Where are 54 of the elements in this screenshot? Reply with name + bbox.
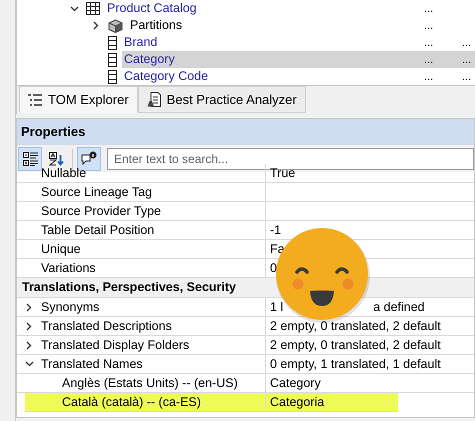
tree-item-label[interactable]: Product Catalog <box>105 1 199 16</box>
cube-icon <box>108 18 123 32</box>
property-name: Source Lineage Tag <box>41 184 152 201</box>
property-value: 2 empty, 0 translated, 2 default <box>270 336 441 354</box>
column-icon <box>108 36 117 50</box>
search-field[interactable]: Enter text to search... <box>107 148 474 170</box>
list-icon <box>28 94 42 106</box>
ellipsis-cell[interactable]: ... <box>462 35 472 52</box>
tab[interactable]: Best Practice Analyzer <box>138 86 306 113</box>
sort-az-icon <box>48 152 64 166</box>
tree-item-label[interactable]: Category Code <box>122 69 210 84</box>
property-name: Nullable <box>41 164 86 182</box>
categorized-view-button[interactable] <box>18 146 42 170</box>
property-value: a defined <box>373 298 425 316</box>
property-name: Synonyms <box>41 298 100 316</box>
tree-item-label[interactable]: Partitions <box>128 18 184 33</box>
ellipsis-cell[interactable]: ... <box>424 35 434 52</box>
expand-chevron-icon[interactable] <box>26 322 32 330</box>
property-name: Variations <box>41 260 96 277</box>
property-name: Català (català) -- (ca-ES) <box>62 394 201 411</box>
property-value: 1 l <box>270 298 284 316</box>
ellipsis-cell[interactable]: ... <box>424 1 434 18</box>
column-icon <box>108 52 117 66</box>
property-name: Translated Display Folders <box>41 336 190 354</box>
collapse-chevron-icon[interactable] <box>24 361 34 367</box>
property-name: Source Provider Type <box>41 202 161 220</box>
property-value: Categoria <box>270 394 324 411</box>
property-name: Translated Descriptions <box>41 318 172 335</box>
tab[interactable]: TOM Explorer <box>19 86 138 113</box>
expand-chevron-icon[interactable] <box>26 302 32 312</box>
column-icon <box>108 70 117 84</box>
property-value: 0 empty, 1 translated, 1 default <box>270 356 441 373</box>
ellipsis-cell[interactable]: ... <box>424 18 434 34</box>
property-name: Unique <box>41 240 81 258</box>
document-icon <box>146 92 161 107</box>
property-name: Translated Names <box>41 356 143 373</box>
property-value: 0 <box>270 260 277 277</box>
collapse-chevron-icon[interactable] <box>70 6 78 12</box>
property-name: Table Detail Position <box>41 222 154 239</box>
tree-item-label[interactable]: Brand <box>122 35 160 50</box>
ellipsis-cell[interactable]: ... <box>424 52 434 68</box>
ellipsis-cell[interactable]: ... <box>424 69 434 85</box>
comment-info-icon <box>81 151 97 166</box>
table-icon <box>86 2 100 15</box>
property-value: 2 empty, 0 translated, 2 default <box>270 318 441 335</box>
panel-title: Properties <box>17 119 474 145</box>
categorized-view-icon <box>22 152 38 166</box>
ellipsis-cell[interactable]: ... <box>462 69 472 85</box>
expand-chevron-icon[interactable] <box>26 340 32 350</box>
expand-chevron-icon[interactable] <box>93 21 99 30</box>
property-name: Anglès (Estats Units) -- (en-US) <box>62 374 238 392</box>
property-value: -1 <box>270 222 282 239</box>
property-value: Category <box>270 374 321 392</box>
ellipsis-cell[interactable]: ... <box>462 52 472 68</box>
